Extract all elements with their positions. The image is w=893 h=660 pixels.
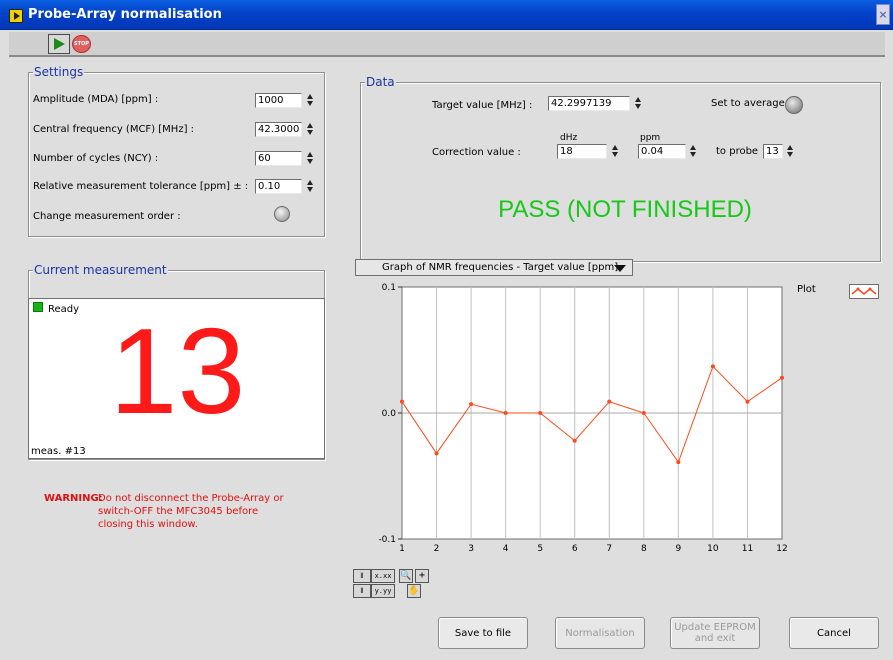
zoom-icon[interactable]: 🔍 (399, 569, 413, 583)
chevron-down-icon (614, 265, 626, 272)
data-point (469, 402, 474, 407)
tolerance-input[interactable]: 0.10 (255, 179, 302, 194)
graph-selector-label: Graph of NMR frequencies - Target value … (382, 262, 619, 273)
update-eeprom-line-2: and exit (694, 633, 736, 644)
x-tick-label: 4 (503, 544, 509, 554)
plot-area (401, 286, 783, 540)
correction-label: Correction value : (432, 147, 521, 158)
close-window-button[interactable]: × (876, 4, 890, 25)
x-tick-label: 12 (776, 544, 787, 554)
data-point (572, 438, 577, 443)
target-input[interactable]: 42.2997139 (548, 96, 630, 111)
tolerance-label: Relative measurement tolerance [ppm] ± : (33, 181, 249, 192)
run-button[interactable] (48, 34, 70, 54)
warning-line-1: Do not disconnect the Probe-Array or (98, 493, 284, 504)
x-tick-label: 8 (641, 544, 647, 554)
x-tick-label: 6 (572, 544, 578, 554)
data-point (434, 451, 439, 456)
central-freq-input[interactable]: 42.3000 (255, 122, 302, 137)
data-point (745, 399, 750, 404)
ppm-input[interactable]: 0.04 (638, 144, 686, 159)
data-point (607, 399, 612, 404)
current-measurement-title: Current measurement (33, 263, 168, 277)
ppm-spinner[interactable] (689, 144, 697, 159)
y-scale-lock-button[interactable]: ⫴ (353, 584, 371, 598)
amplitude-input[interactable]: 1000 (255, 93, 302, 108)
data-point (710, 364, 715, 369)
y-tick-labels: 0.1 0.0 -0.1 (378, 283, 402, 545)
graph-selector[interactable]: Graph of NMR frequencies - Target value … (355, 259, 633, 276)
data-point (641, 411, 646, 415)
data-point (538, 411, 543, 415)
data-point (780, 375, 784, 380)
settings-title: Settings (33, 65, 85, 79)
x-tick-label: 7 (606, 544, 612, 554)
x-tick-label: 11 (742, 544, 753, 554)
data-point (400, 399, 404, 404)
measurement-footer: meas. #13 (31, 446, 86, 457)
target-spinner[interactable] (634, 96, 642, 111)
save-to-file-button[interactable]: Save to file (438, 617, 528, 649)
tolerance-spinner[interactable] (306, 179, 314, 194)
normalisation-button[interactable]: Normalisation (555, 617, 645, 649)
app-icon (9, 9, 23, 23)
x-format-button[interactable]: x.xx (371, 569, 395, 583)
pan-hand-icon[interactable]: ✋ (407, 584, 421, 598)
title-bar: Probe-Array normalisation × (0, 0, 893, 30)
series-line (401, 365, 783, 464)
data-point (503, 411, 508, 415)
x-tick-label: 5 (537, 544, 543, 554)
cancel-button[interactable]: Cancel (789, 617, 879, 649)
stop-button[interactable]: STOP (72, 35, 91, 53)
set-average-label: Set to average (711, 98, 785, 109)
probe-input[interactable]: 13 (763, 144, 783, 159)
cycles-label: Number of cycles (NCY) : (33, 153, 159, 164)
y-tick-label: 0.0 (382, 409, 397, 419)
to-probe-label: to probe (716, 146, 759, 157)
probe-spinner[interactable] (786, 144, 794, 159)
dhz-spinner[interactable] (611, 144, 619, 159)
dhz-input[interactable]: 18 (557, 144, 607, 159)
cursor-crosshair-icon[interactable]: + (415, 569, 429, 583)
x-tick-label: 3 (468, 544, 474, 554)
plot-legend-icon[interactable] (849, 284, 879, 299)
plot-legend-label: Plot (797, 284, 816, 295)
target-label: Target value [MHz] : (432, 100, 533, 111)
central-freq-spinner[interactable] (306, 122, 314, 137)
ppm-unit: ppm (640, 133, 661, 143)
cycles-input[interactable]: 60 (255, 151, 302, 166)
legend-line-icon (851, 287, 877, 295)
update-eeprom-button[interactable]: Update EEPROM and exit (670, 617, 760, 649)
window-title: Probe-Array normalisation (28, 7, 222, 22)
x-tick-label: 1 (399, 544, 405, 554)
pass-status: PASS (NOT FINISHED) (498, 196, 752, 223)
y-tick-label: 0.1 (382, 283, 396, 293)
cycles-spinner[interactable] (306, 151, 314, 166)
data-title: Data (365, 75, 396, 89)
measurement-number: 13 (109, 303, 246, 439)
dhz-unit: dHz (560, 133, 578, 143)
warning-heading: WARNING: (44, 493, 103, 504)
change-order-toggle[interactable] (274, 206, 290, 222)
warning-line-2: switch-OFF the MFC3045 before (98, 506, 259, 517)
x-scale-lock-button[interactable]: ⫴ (353, 569, 371, 583)
x-tick-label: 9 (675, 544, 681, 554)
update-eeprom-line-1: Update EEPROM (674, 622, 756, 633)
set-average-toggle[interactable] (785, 96, 803, 114)
x-tick-labels: 1 2 3 4 5 6 7 8 9 10 11 12 (399, 544, 788, 554)
y-format-button[interactable]: y.yy (371, 584, 395, 598)
amplitude-spinner[interactable] (306, 93, 314, 108)
x-tick-label: 10 (707, 544, 719, 554)
toolbar: STOP (9, 32, 885, 57)
data-points (400, 364, 784, 465)
grid-lines (436, 287, 748, 539)
data-point (676, 460, 681, 465)
central-freq-label: Central frequency (MCF) [MHz] : (33, 124, 195, 135)
order-label: Change measurement order : (33, 211, 181, 222)
y-tick-label: -0.1 (378, 535, 396, 545)
measurement-display: Ready 13 meas. #13 (28, 298, 325, 459)
x-tick-label: 2 (434, 544, 440, 554)
warning-line-3: closing this window. (98, 519, 198, 530)
amplitude-label: Amplitude (MDA) [ppm] : (33, 94, 159, 105)
